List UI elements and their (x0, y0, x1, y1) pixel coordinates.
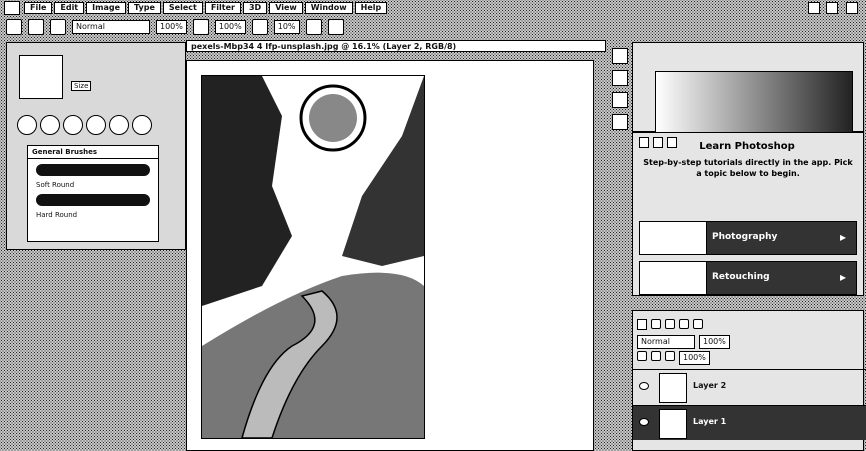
recent-brushes-row (17, 115, 152, 135)
blend-row: Normal 100% (637, 335, 730, 349)
layer-kind-filter[interactable]: ​ (637, 319, 647, 330)
document-image (201, 75, 425, 439)
minimize-button[interactable] (808, 2, 820, 14)
menu-filter[interactable]: Filter (204, 2, 241, 14)
menu-3d[interactable]: 3D (242, 2, 268, 14)
layer-row[interactable]: Layer 2 (633, 369, 866, 404)
menu-image[interactable]: Image (86, 2, 127, 14)
airbrush-icon[interactable] (251, 19, 268, 35)
adjustment-filter-icon[interactable] (665, 319, 675, 329)
opacity-field[interactable]: 100% (156, 20, 187, 34)
shape-filter-icon[interactable] (693, 319, 703, 329)
brush-preset-panel: Size General Brushes Soft Round Hard Rou… (6, 42, 186, 250)
tutorial-label: Retouching (712, 272, 770, 282)
tutorial-thumbnail (640, 222, 707, 254)
history-icon[interactable] (612, 48, 628, 64)
menu-bar: File Edit Image Type Select Filter 3D Vi… (0, 0, 866, 16)
close-button[interactable] (846, 2, 858, 14)
brush-settings-icon[interactable] (50, 19, 66, 35)
smoothing-gear-icon[interactable] (305, 19, 322, 35)
brush-preset-6[interactable] (132, 115, 152, 135)
layer-name[interactable]: Layer 2 (693, 381, 726, 390)
menu-window[interactable]: Window (304, 2, 353, 14)
learn-subtitle: Step-by-step tutorials directly in the a… (643, 158, 853, 178)
brush-preset-picker-icon[interactable] (28, 19, 44, 35)
layers-panel: ​ Normal 100% 100% Layer 2 Layer 1 (632, 310, 866, 451)
canvas[interactable] (186, 60, 594, 451)
brush-preset-3[interactable] (63, 115, 83, 135)
layer-thumbnail (659, 373, 687, 403)
properties-icon[interactable] (612, 114, 628, 130)
type-filter-icon[interactable] (679, 319, 689, 329)
menu-help[interactable]: Help (354, 2, 388, 14)
smoothing-field[interactable]: 10% (273, 20, 300, 34)
layer-row-selected[interactable]: Layer 1 (633, 405, 866, 440)
brush-preset-1[interactable] (17, 115, 37, 135)
tutorial-label: Photography (712, 232, 778, 242)
lock-position-icon[interactable] (651, 351, 661, 361)
swatches-icon[interactable] (612, 92, 628, 108)
landscape-illustration (202, 76, 424, 438)
eye-icon[interactable] (639, 418, 649, 426)
brush-tool-icon[interactable] (6, 19, 22, 35)
mode-select[interactable]: Normal (72, 20, 150, 34)
pressure-opacity-icon[interactable] (192, 19, 209, 35)
menu-view[interactable]: View (269, 2, 303, 14)
brush-folder-general[interactable]: General Brushes (28, 146, 158, 159)
lock-all-icon[interactable] (665, 351, 675, 361)
brush-angle-preview[interactable] (19, 55, 63, 99)
chevron-right-icon: ▸ (840, 230, 847, 244)
menu-edit[interactable]: Edit (54, 2, 85, 14)
brush-stroke-preview[interactable] (36, 164, 150, 176)
gradient-preview[interactable] (655, 71, 853, 133)
photoshop-app-icon[interactable] (4, 1, 20, 15)
layer-filter-row: ​ (637, 319, 703, 330)
brush-stroke-preview[interactable] (36, 194, 150, 206)
layer-name[interactable]: Layer 1 (693, 417, 726, 426)
layer-thumbnail (659, 409, 687, 439)
pixel-filter-icon[interactable] (651, 319, 661, 329)
blend-mode-select[interactable]: Normal (637, 335, 695, 349)
symmetry-icon[interactable] (327, 19, 344, 35)
learn-title: Learn Photoshop (699, 141, 795, 152)
lock-pixels-icon[interactable] (637, 351, 647, 361)
menu-file[interactable]: File (24, 2, 53, 14)
menu-type[interactable]: Type (128, 2, 161, 14)
brush-name[interactable]: Soft Round (28, 181, 158, 189)
chevron-right-icon: ▸ (840, 270, 847, 284)
brush-size-label: Size (71, 81, 92, 91)
eye-icon[interactable] (639, 382, 649, 390)
document-tab[interactable]: pexels-Mbp34 4 Ifp-unsplash.jpg @ 16.1% … (186, 40, 606, 52)
collapsed-panel-icons (610, 42, 628, 136)
tutorial-card-retouching[interactable]: Retouching ▸ (639, 261, 857, 295)
layer-opacity-field[interactable]: 100% (699, 335, 730, 349)
learn-panel: ​ ​ ​ Learn Photoshop Step-by-step tutor… (632, 132, 864, 296)
lock-row: 100% (637, 351, 710, 365)
flow-field[interactable]: 100% (214, 20, 246, 34)
brush-preset-5[interactable] (109, 115, 129, 135)
maximize-button[interactable] (826, 2, 838, 14)
tutorial-thumbnail (640, 262, 707, 294)
tutorial-card-photography[interactable]: Photography ▸ (639, 221, 857, 255)
gradients-panel (632, 42, 864, 133)
options-bar: Normal 100% 100% 10% (0, 16, 866, 38)
brush-preset-4[interactable] (86, 115, 106, 135)
menu-select[interactable]: Select (162, 2, 203, 14)
color-icon[interactable] (612, 70, 628, 86)
brush-preset-2[interactable] (40, 115, 60, 135)
brush-list: General Brushes Soft Round Hard Round (27, 145, 159, 242)
layer-fill-field[interactable]: 100% (679, 351, 710, 365)
brush-name[interactable]: Hard Round (28, 211, 158, 219)
